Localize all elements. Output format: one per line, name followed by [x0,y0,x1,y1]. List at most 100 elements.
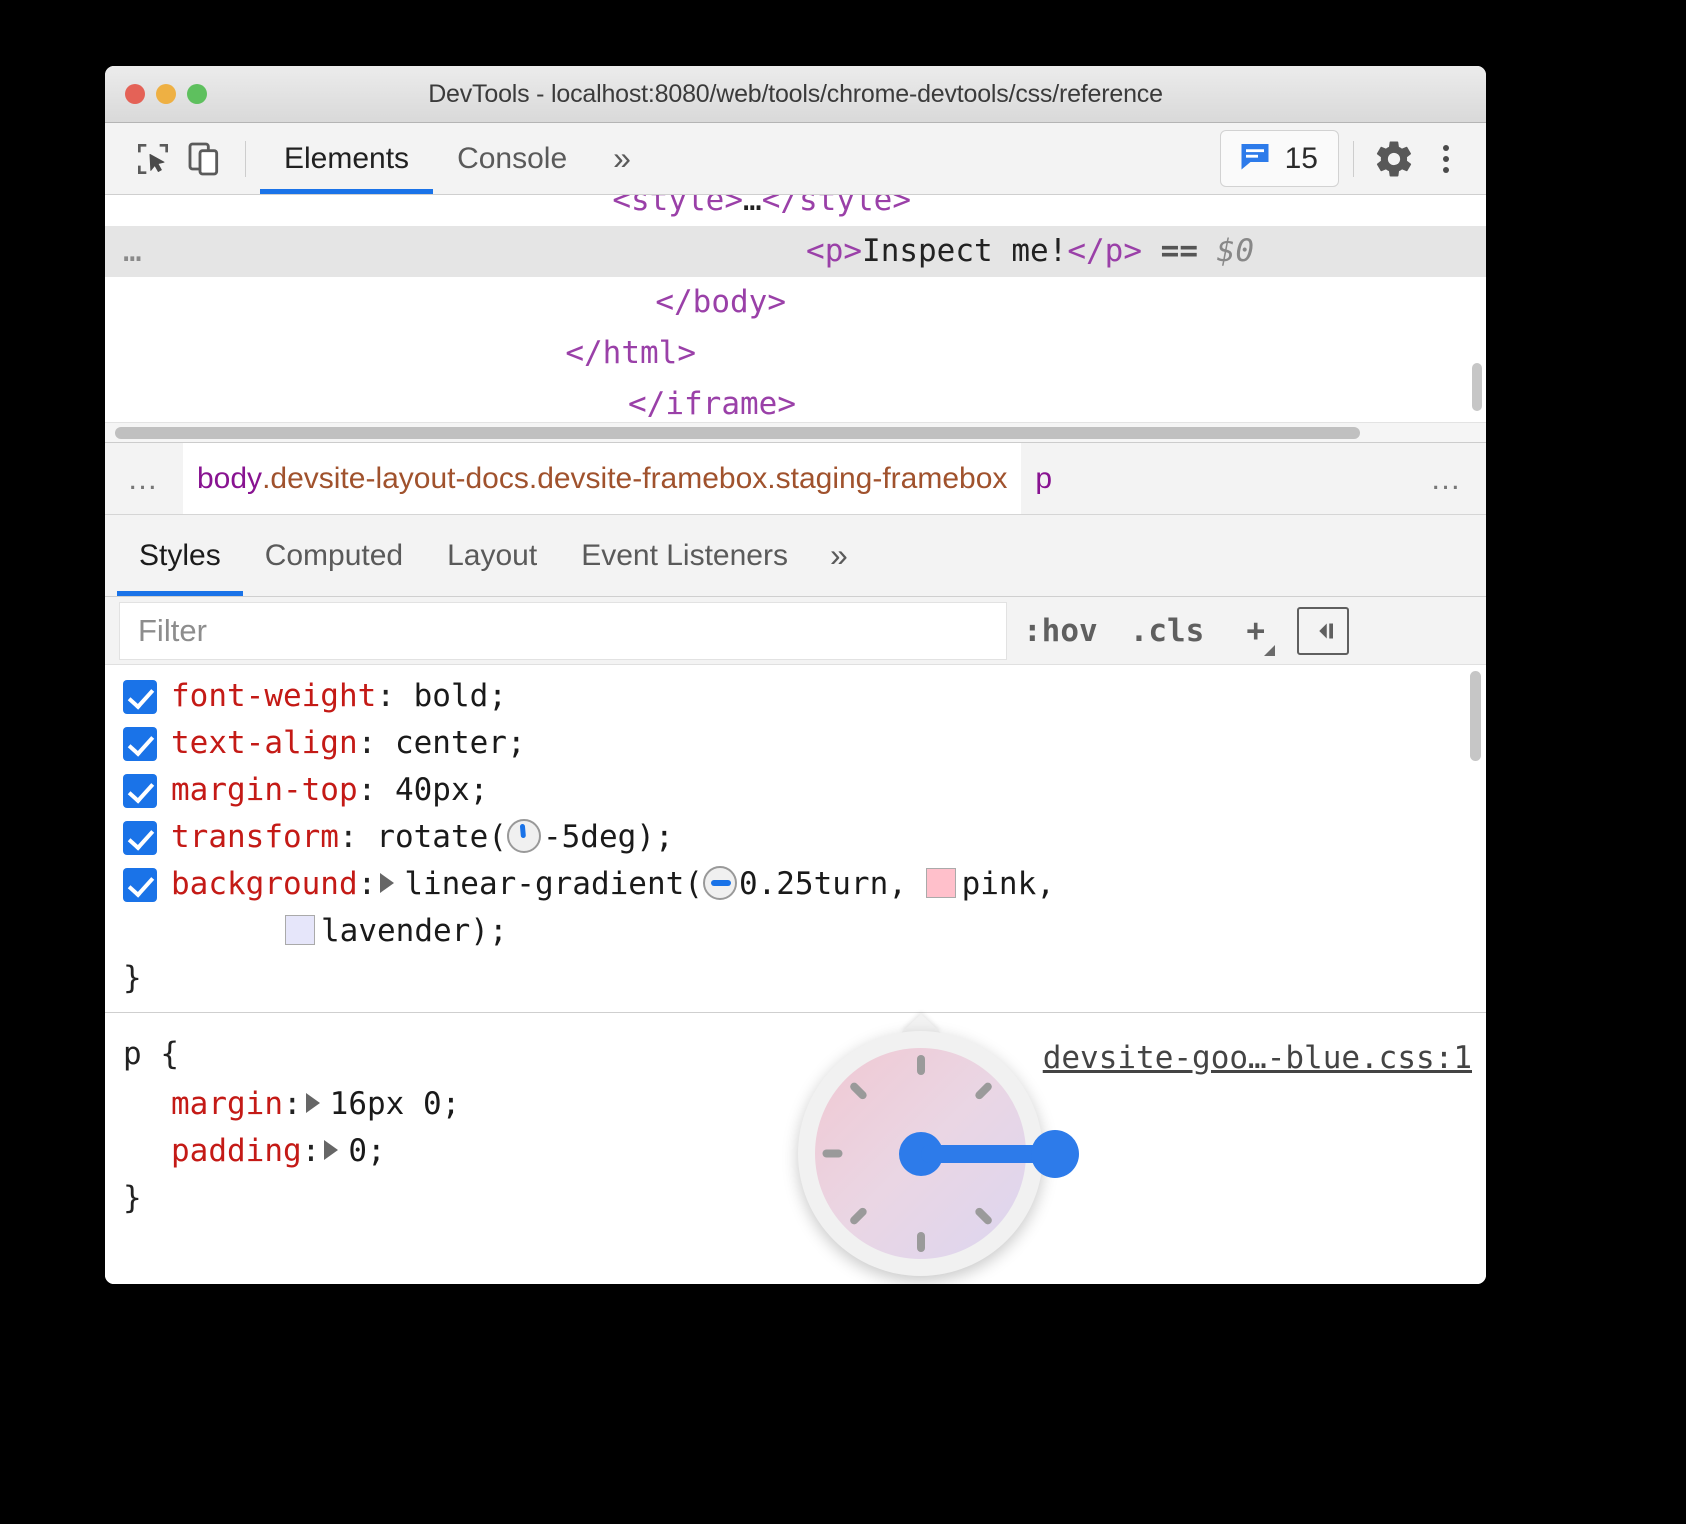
dom-tree-panel[interactable]: <style>…</style> … <p>Inspect me!</p> ==… [105,195,1486,443]
property-name[interactable]: margin [171,1086,283,1122]
search-input[interactable]: Filter [119,602,1007,660]
declaration-text-align[interactable]: text-align: center; [105,720,1486,767]
declaration-font-weight[interactable]: font-weight: bold; [105,673,1486,720]
color-swatch-pink[interactable] [926,868,956,898]
tab-console[interactable]: Console [433,123,591,194]
breadcrumb-item-body[interactable]: body.devsite-layout-docs.devsite-framebo… [183,443,1021,514]
element-classes-button[interactable]: .cls [1114,597,1221,664]
declaration-checkbox[interactable] [123,868,157,902]
window-titlebar: DevTools - localhost:8080/web/tools/chro… [105,66,1486,123]
more-sidebar-tabs-button[interactable]: » [810,515,868,596]
gradient-color-1[interactable]: pink, [962,866,1055,902]
declaration-checkbox[interactable] [123,821,157,855]
breadcrumb-overflow-right[interactable]: … [1408,443,1486,514]
breadcrumb-item-p[interactable]: p [1021,443,1066,514]
tab-styles[interactable]: Styles [117,515,243,596]
angle-tick-mark [973,1206,993,1226]
property-value[interactable]: bold; [414,678,507,714]
rule-selector[interactable]: p { [123,1027,179,1081]
stylesheet-source-link[interactable]: devsite-goo…-blue.css:1 [1043,1031,1472,1085]
styles-sidebar-tabs: Styles Computed Layout Event Listeners » [105,515,1486,597]
message-count-badge[interactable]: 15 [1220,130,1339,187]
transform-function-open: rotate( [376,819,507,855]
inspect-cursor-icon[interactable] [127,133,179,185]
breadcrumb: … body.devsite-layout-docs.devsite-frame… [105,443,1486,515]
dom-line-selected-p[interactable]: … <p>Inspect me!</p> == $0 [105,226,1486,277]
breadcrumb-overflow-left[interactable]: … [105,443,183,514]
toggle-element-state-button[interactable]: :hov [1007,597,1114,664]
color-swatch-lavender[interactable] [285,915,315,945]
dom-line-body-close[interactable]: </body> [105,277,1486,328]
panel-tabs: Elements Console » [260,123,653,194]
maximize-window-button[interactable] [187,84,207,104]
expand-arrow-icon[interactable] [324,1140,338,1160]
dom-vertical-scrollbar[interactable] [1472,363,1482,411]
property-name[interactable]: font-weight [171,678,376,714]
window-controls[interactable] [125,84,207,104]
declaration-padding[interactable]: padding:0; [105,1128,1486,1175]
declaration-background[interactable]: background:linear-gradient(0.25turn, pin… [105,861,1486,908]
more-tabs-button[interactable]: » [591,123,653,194]
dom-line-html-close[interactable]: </html> [105,328,1486,379]
gradient-function-open: linear-gradient( [404,866,703,902]
property-name[interactable]: text-align [171,725,358,761]
tab-elements[interactable]: Elements [260,123,433,194]
breadcrumb-node-name: body [197,462,262,496]
property-name[interactable]: margin-top [171,772,358,808]
angle-picker-popup[interactable] [798,1031,1043,1276]
dom-horizontal-scrollbar-track[interactable] [105,422,1486,442]
property-value[interactable]: 40px; [395,772,488,808]
angle-picker-knob[interactable] [1031,1130,1079,1178]
dom-line-style[interactable]: <style>…</style> [105,195,1486,226]
minimize-window-button[interactable] [156,84,176,104]
declaration-checkbox[interactable] [123,727,157,761]
property-name[interactable]: background [171,866,358,902]
style-rule-1: font-weight: bold; text-align: center; m… [105,665,1486,1012]
declaration-checkbox[interactable] [123,680,157,714]
property-value[interactable]: center; [395,725,526,761]
declaration-margin-top[interactable]: margin-top: 40px; [105,767,1486,814]
transform-angle-value[interactable]: -5deg [543,819,636,855]
property-name[interactable]: padding [171,1133,302,1169]
tab-layout[interactable]: Layout [425,515,559,596]
dom-ellipsis[interactable]: … [123,226,145,277]
device-toolbar-icon[interactable] [179,133,231,185]
declaration-background-line2[interactable]: lavender); [105,908,1486,955]
tab-event-listeners[interactable]: Event Listeners [559,515,810,596]
styles-vertical-scrollbar[interactable] [1470,671,1481,761]
angle-tick-mark [822,1150,842,1158]
panel-toggle-icon[interactable] [1297,607,1349,655]
dom-console-ref: $0 [1217,233,1254,269]
kebab-menu-icon[interactable] [1420,133,1472,185]
property-name[interactable]: transform [171,819,339,855]
angle-swatch-icon[interactable] [507,819,541,853]
rule-selector-row: p { devsite-goo…-blue.css:1 [105,1027,1486,1081]
expand-arrow-icon[interactable] [306,1093,320,1113]
angle-swatch-icon[interactable] [703,866,737,900]
message-bubble-icon [1237,138,1273,179]
tab-computed[interactable]: Computed [243,515,425,596]
angle-tick-mark [917,1055,925,1075]
expand-arrow-icon[interactable] [380,873,394,893]
styles-rules-pane[interactable]: font-weight: bold; text-align: center; m… [105,665,1486,1284]
dropdown-triangle-icon [1264,645,1275,656]
devtools-window: DevTools - localhost:8080/web/tools/chro… [105,66,1486,1284]
angle-tick-mark [848,1081,868,1101]
toolbar-divider [245,141,246,177]
declaration-transform[interactable]: transform: rotate(-5deg); [105,814,1486,861]
declaration-margin[interactable]: margin:16px 0; [105,1081,1486,1128]
dom-horizontal-scrollbar-thumb[interactable] [115,427,1360,439]
toolbar-divider-right [1353,141,1354,177]
gear-icon[interactable] [1368,133,1420,185]
declaration-checkbox[interactable] [123,774,157,808]
rule-close-brace: } [105,955,1486,1002]
dom-close-body: </body> [655,284,786,320]
new-style-rule-button[interactable]: + [1220,597,1285,664]
property-value[interactable]: 0; [348,1133,385,1169]
property-value[interactable]: 16px 0; [330,1086,461,1122]
close-window-button[interactable] [125,84,145,104]
screenshot-root: DevTools - localhost:8080/web/tools/chro… [0,0,1686,1524]
gradient-color-2[interactable]: lavender); [321,913,508,949]
gradient-angle-value[interactable]: 0.25turn, [739,866,907,902]
toolbar-right-actions: 15 [1220,130,1472,187]
